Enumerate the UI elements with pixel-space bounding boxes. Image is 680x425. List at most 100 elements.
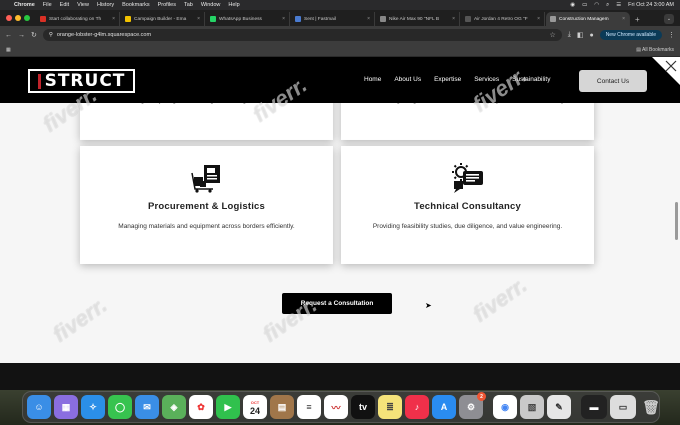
contact-us-button[interactable]: Contact Us (579, 70, 647, 92)
app-store-icon[interactable]: A (432, 395, 456, 419)
menu-app[interactable]: Chrome (14, 2, 35, 8)
menu-window[interactable]: Window (201, 2, 221, 8)
logistics-icon (190, 165, 220, 193)
tab-search-button[interactable]: ⌄ (664, 14, 674, 24)
maps-icon[interactable]: ◈ (162, 395, 186, 419)
browser-tab[interactable]: Air Jordan 4 Retro OG "F × (461, 12, 545, 26)
tab-strip: Start collaborating on Th × Campaign Build… (0, 10, 680, 26)
menu-bookmarks[interactable]: Bookmarks (122, 2, 150, 8)
menu-edit[interactable]: Edit (60, 2, 69, 8)
all-bookmarks-button[interactable]: ▤ All Bookmarks (636, 47, 674, 53)
site-info-icon[interactable]: ⚲ (49, 32, 53, 38)
card-title: Technical Consultancy (414, 201, 521, 212)
page-scrollbar[interactable] (675, 202, 678, 240)
browser-tab[interactable]: Campaign Builder - Ema × (121, 12, 205, 26)
browser-tab[interactable]: Nike Air Max 90 "NFL B × (376, 12, 460, 26)
bookmark-star-icon[interactable]: ☆ (549, 31, 555, 39)
menu-help[interactable]: Help (228, 2, 239, 8)
calendar-day: 24 (249, 406, 260, 416)
tv-icon[interactable]: tv (351, 395, 375, 419)
tab-favicon-icon (550, 16, 556, 22)
close-tab-icon[interactable]: × (367, 16, 370, 22)
finder-icon[interactable]: ☺ (27, 395, 51, 419)
screen-record-icon[interactable]: ◉ (570, 2, 575, 8)
forward-icon[interactable]: → (18, 32, 25, 39)
tab-list: Start collaborating on Th × Campaign Build… (36, 12, 631, 26)
minimize-window-button[interactable] (15, 15, 21, 21)
nav-expertise[interactable]: Expertise (434, 76, 461, 83)
browser-tab[interactable]: WhatsApp Business × (206, 12, 290, 26)
tab-favicon-icon (125, 16, 131, 22)
freeform-icon[interactable]: 〰 (324, 395, 348, 419)
webpage: Overseeing every stage, from design tend… (0, 57, 680, 390)
music-icon[interactable]: ♪ (405, 395, 429, 419)
chrome-menu-icon[interactable]: ⋮ (668, 31, 675, 39)
close-tab-icon[interactable]: × (197, 16, 200, 22)
card-title: Procurement & Logistics (147, 201, 266, 212)
notes-icon[interactable]: ≣ (378, 395, 402, 419)
battery-icon[interactable]: ▭ (582, 2, 587, 8)
menu-view[interactable]: View (77, 2, 89, 8)
apps-grid-icon[interactable]: ▦ (6, 47, 11, 53)
menu-profiles[interactable]: Profiles (158, 2, 176, 8)
download-icon[interactable]: ⤓ (568, 31, 571, 39)
zoom-window-button[interactable] (24, 15, 30, 21)
nav-services[interactable]: Services (474, 76, 499, 83)
profile-icon[interactable]: ● (589, 32, 593, 39)
nav-home[interactable]: Home (364, 76, 381, 83)
close-tab-icon[interactable]: × (452, 16, 455, 22)
facetime-icon[interactable]: ▶ (216, 395, 240, 419)
browser-tab[interactable]: Start collaborating on Th × (36, 12, 120, 26)
system-settings-icon[interactable]: ⚙ 2 (459, 392, 486, 419)
nav-sustainability[interactable]: Sustainability (512, 76, 550, 83)
tab-label: Construction Managem (559, 16, 609, 22)
reminders-icon[interactable]: ≡ (297, 395, 321, 419)
close-window-button[interactable] (6, 15, 12, 21)
card-description: Providing feasibility studies, due dilig… (372, 223, 563, 230)
browser-tab[interactable]: Sent | Fastmail × (291, 12, 375, 26)
recent-window-thumbnail[interactable]: ▭ (610, 395, 636, 419)
watermark-text: fiverr. (467, 272, 532, 328)
textedit-icon[interactable]: ✎ (547, 395, 571, 419)
trash-icon[interactable]: 🗑 (639, 395, 663, 419)
address-bar[interactable]: ⚲ orange-lobster-g4lm.squarespace.com ☆ (42, 29, 562, 41)
control-center-icon[interactable]: ☰ (616, 2, 621, 8)
mail-icon[interactable]: ✉ (135, 395, 159, 419)
extensions-icon[interactable]: ◧ (577, 31, 584, 39)
tab-favicon-icon (40, 16, 46, 22)
recent-window-thumbnail[interactable]: ▬ (581, 395, 607, 419)
request-consultation-button[interactable]: Request a Consultation (282, 293, 392, 314)
reload-icon[interactable]: ↻ (31, 31, 37, 39)
search-icon[interactable]: ⌕ (606, 2, 609, 9)
nav-about-us[interactable]: About Us (394, 76, 421, 83)
calendar-icon[interactable]: OCT 24 (243, 395, 267, 419)
photos-icon[interactable]: ✿ (189, 395, 213, 419)
launchpad-icon[interactable]: ▦ (54, 395, 78, 419)
tab-label: WhatsApp Business (219, 16, 262, 22)
close-tab-icon[interactable]: × (537, 16, 540, 22)
menu-file[interactable]: File (43, 2, 52, 8)
corner-arrow-icon (652, 57, 680, 85)
close-tab-icon[interactable]: × (282, 16, 285, 22)
safari-icon[interactable]: ✧ (81, 395, 105, 419)
new-tab-button[interactable]: + (631, 12, 644, 26)
menu-tab[interactable]: Tab (184, 2, 193, 8)
messages-icon[interactable]: ◯ (108, 395, 132, 419)
tab-label: Air Jordan 4 Retro OG "F (474, 16, 528, 22)
notes-folder-icon[interactable]: ▤ (270, 395, 294, 419)
browser-tab[interactable]: Construction Managem × (546, 12, 630, 26)
clock[interactable]: Fri Oct 24 3:00 AM (628, 2, 674, 8)
tab-label: Start collaborating on Th (49, 16, 102, 22)
close-tab-icon[interactable]: × (112, 16, 115, 22)
wifi-icon[interactable]: ◠ (594, 2, 599, 8)
preview-icon[interactable]: ▧ (520, 395, 544, 419)
tab-label: Nike Air Max 90 "NFL B (389, 16, 440, 22)
menu-history[interactable]: History (97, 2, 114, 8)
new-chrome-available-button[interactable]: New Chrome available (599, 30, 662, 40)
service-card-consultancy: Technical Consultancy Providing feasibil… (341, 146, 594, 264)
back-icon[interactable]: ← (5, 32, 12, 39)
close-tab-icon[interactable]: × (622, 16, 625, 22)
site-logo[interactable]: STRUCT (28, 69, 135, 93)
chrome-icon[interactable]: ◉ (493, 395, 517, 419)
site-header: STRUCT Home About Us Expertise Services … (0, 57, 680, 103)
